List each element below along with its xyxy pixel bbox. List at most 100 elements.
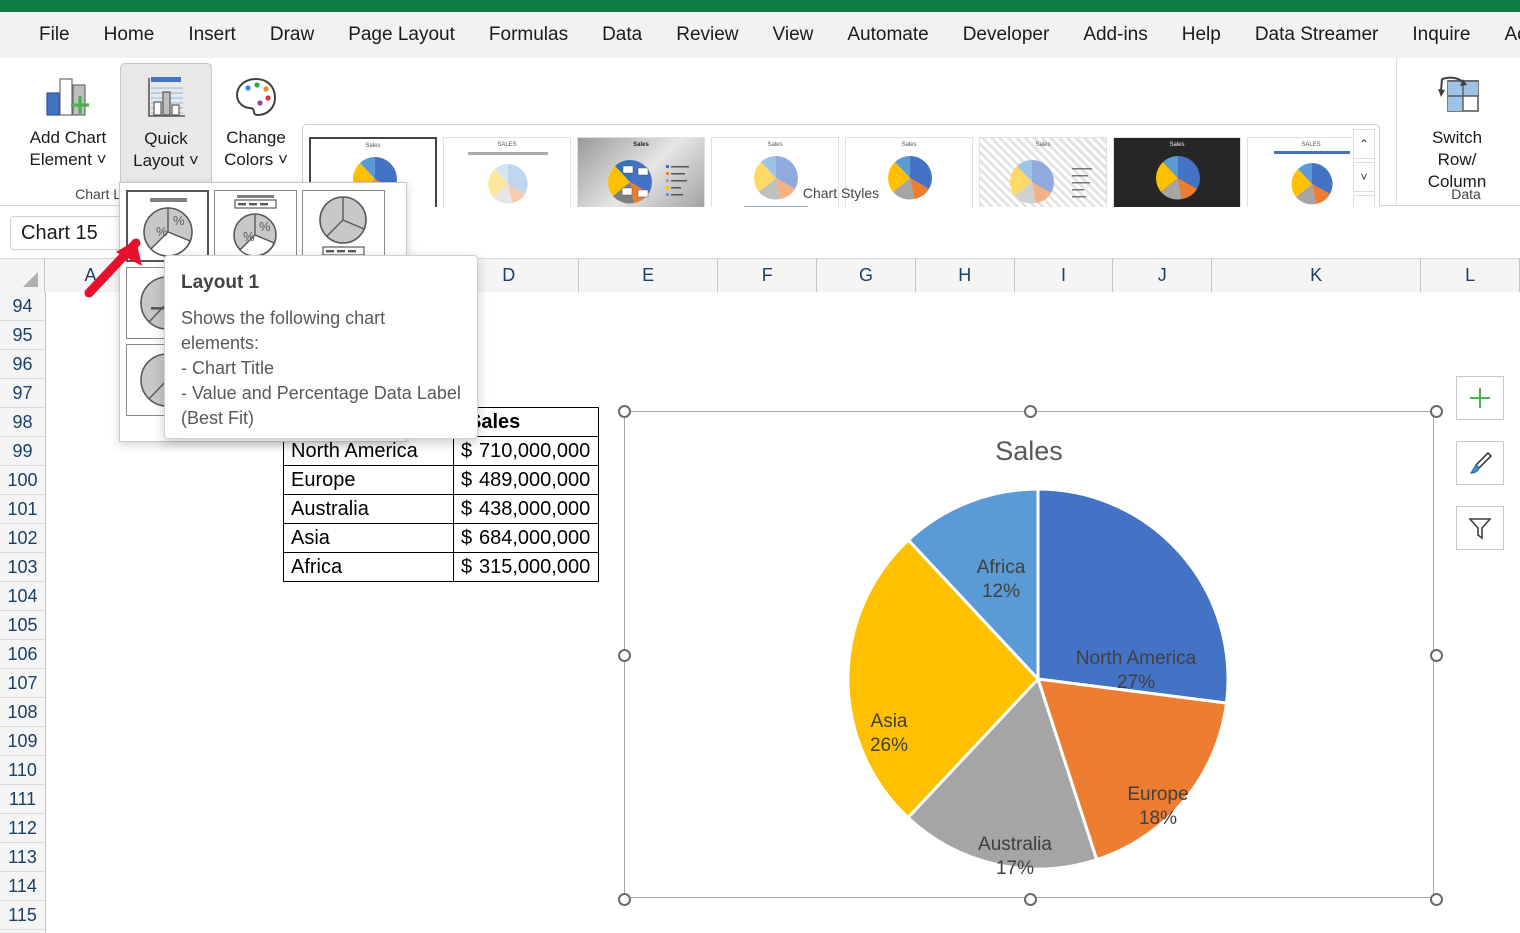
tab-developer[interactable]: Developer — [946, 20, 1067, 50]
row-header[interactable]: 114 — [0, 872, 45, 901]
tab-automate[interactable]: Automate — [830, 20, 945, 50]
row-header[interactable]: 103 — [0, 553, 45, 582]
row-header[interactable]: 105 — [0, 611, 45, 640]
resize-handle-bottom-center[interactable] — [1024, 893, 1037, 906]
column-header-e[interactable]: E — [578, 259, 719, 292]
palette-icon — [229, 71, 283, 121]
row-header[interactable]: 96 — [0, 350, 45, 379]
row-header[interactable]: 108 — [0, 698, 45, 727]
table-cell-region[interactable]: Europe — [283, 465, 454, 495]
column-header-h[interactable]: H — [915, 259, 1015, 292]
row-header[interactable]: 94 — [0, 292, 45, 321]
switch-row-column-icon — [1430, 71, 1484, 121]
row-header[interactable]: 95 — [0, 321, 45, 350]
resize-handle-bottom-left[interactable] — [618, 893, 631, 906]
tab-formulas[interactable]: Formulas — [472, 20, 585, 50]
tab-help[interactable]: Help — [1165, 20, 1238, 50]
tab-page-layout[interactable]: Page Layout — [331, 20, 472, 50]
tab-add-ins[interactable]: Add-ins — [1066, 20, 1164, 50]
tab-view[interactable]: View — [756, 20, 831, 50]
chart-styles-button[interactable] — [1456, 441, 1504, 485]
resize-handle-bottom-right[interactable] — [1430, 893, 1443, 906]
row-header[interactable]: 102 — [0, 524, 45, 553]
data-label-africa[interactable]: Africa 12% — [956, 556, 1046, 604]
pie-chart-object[interactable]: Sales North America 27% Europe 18% Austr… — [618, 405, 1443, 906]
row-header[interactable]: 111 — [0, 785, 45, 814]
resize-handle-middle-left[interactable] — [618, 649, 631, 662]
resize-handle-middle-right[interactable] — [1430, 649, 1443, 662]
data-label-asia[interactable]: Asia 26% — [849, 710, 929, 758]
row-header[interactable]: 100 — [0, 466, 45, 495]
tab-inquire[interactable]: Inquire — [1395, 20, 1487, 50]
select-all-corner[interactable] — [0, 259, 45, 292]
add-chart-element-label-2: Element ˅ — [29, 150, 107, 169]
table-cell-sales[interactable]: $489,000,000 — [453, 465, 599, 495]
row-header[interactable]: 107 — [0, 669, 45, 698]
quick-layout-item-3[interactable] — [302, 190, 385, 262]
table-cell-region[interactable]: Asia — [283, 523, 454, 553]
row-header[interactable]: 106 — [0, 640, 45, 669]
data-label-australia[interactable]: Australia 17% — [960, 833, 1070, 881]
table-cell-sales[interactable]: $710,000,000 — [453, 436, 599, 466]
data-label-pct: 26% — [869, 735, 909, 756]
row-header[interactable]: 101 — [0, 495, 45, 524]
row-header[interactable]: 113 — [0, 843, 45, 872]
data-label-name: Africa — [976, 557, 1026, 578]
row-header[interactable]: 104 — [0, 582, 45, 611]
tab-file[interactable]: File — [22, 20, 87, 50]
chart-elements-button[interactable] — [1456, 376, 1504, 420]
row-header[interactable]: 99 — [0, 437, 45, 466]
tooltip-line-3: - Chart Title — [181, 358, 275, 378]
gallery-scroll-up-button[interactable]: ⌃ — [1353, 129, 1375, 159]
add-chart-element-button[interactable]: Add Chart Element ˅ — [22, 63, 114, 191]
resize-handle-top-left[interactable] — [618, 405, 631, 418]
quick-layout-button[interactable]: Quick Layout ˅ — [120, 63, 212, 191]
switch-row-column-button[interactable]: Switch Row/ Column — [1411, 63, 1503, 191]
data-label-north-america[interactable]: North America 27% — [1061, 647, 1211, 695]
chart-style-thumb-title: SALES — [497, 142, 517, 148]
tab-data-streamer[interactable]: Data Streamer — [1238, 20, 1396, 50]
tab-insert[interactable]: Insert — [171, 20, 253, 50]
row-header[interactable]: 97 — [0, 379, 45, 408]
pie-plot-area[interactable]: North America 27% Europe 18% Australia 1… — [843, 484, 1233, 879]
currency-symbol: $ — [461, 555, 473, 578]
resize-handle-top-center[interactable] — [1024, 405, 1037, 418]
row-header[interactable]: 98 — [0, 408, 45, 437]
data-label-name: Europe — [1127, 784, 1189, 805]
quick-layout-label-1: Quick — [144, 129, 188, 148]
tab-acrobat[interactable]: Acrobat — [1487, 20, 1520, 50]
table-row: Europe $489,000,000 — [283, 465, 599, 495]
table-cell-region[interactable]: Australia — [283, 494, 454, 524]
chart-title[interactable]: Sales — [625, 436, 1433, 467]
chart-styles-group-label: Chart Styles — [802, 185, 880, 201]
ribbon-tab-strip: File Home Insert Draw Page Layout Formul… — [0, 12, 1520, 58]
table-cell-sales[interactable]: $684,000,000 — [453, 523, 599, 553]
column-header-i[interactable]: I — [1014, 259, 1114, 292]
tab-review[interactable]: Review — [659, 20, 755, 50]
table-cell-region[interactable]: Africa — [283, 552, 454, 582]
resize-handle-top-right[interactable] — [1430, 405, 1443, 418]
tooltip-line-4: - Value and Percentage Data Label — [181, 383, 461, 403]
table-cell-sales[interactable]: $438,000,000 — [453, 494, 599, 524]
change-colors-label-1: Change — [226, 128, 286, 147]
row-header[interactable]: 109 — [0, 727, 45, 756]
column-header-j[interactable]: J — [1113, 259, 1213, 292]
change-colors-button[interactable]: Change Colors ˅ — [210, 63, 302, 191]
column-header-l[interactable]: L — [1421, 259, 1520, 292]
table-row: Asia $684,000,000 — [283, 523, 599, 553]
column-header-k[interactable]: K — [1212, 259, 1422, 292]
column-header-f[interactable]: F — [718, 259, 818, 292]
plus-icon — [1470, 388, 1490, 408]
row-header[interactable]: 115 — [0, 901, 45, 930]
table-cell-sales[interactable]: $315,000,000 — [453, 552, 599, 582]
data-label-europe[interactable]: Europe 18% — [1108, 783, 1208, 831]
tab-home[interactable]: Home — [87, 20, 172, 50]
chart-filters-button[interactable] — [1456, 506, 1504, 550]
funnel-icon — [1468, 518, 1492, 540]
column-header-g[interactable]: G — [817, 259, 916, 292]
tab-draw[interactable]: Draw — [253, 20, 331, 50]
row-header[interactable]: 110 — [0, 756, 45, 785]
quick-layout-item-2[interactable]: % % — [214, 190, 297, 262]
tab-data[interactable]: Data — [585, 20, 659, 50]
row-header[interactable]: 112 — [0, 814, 45, 843]
